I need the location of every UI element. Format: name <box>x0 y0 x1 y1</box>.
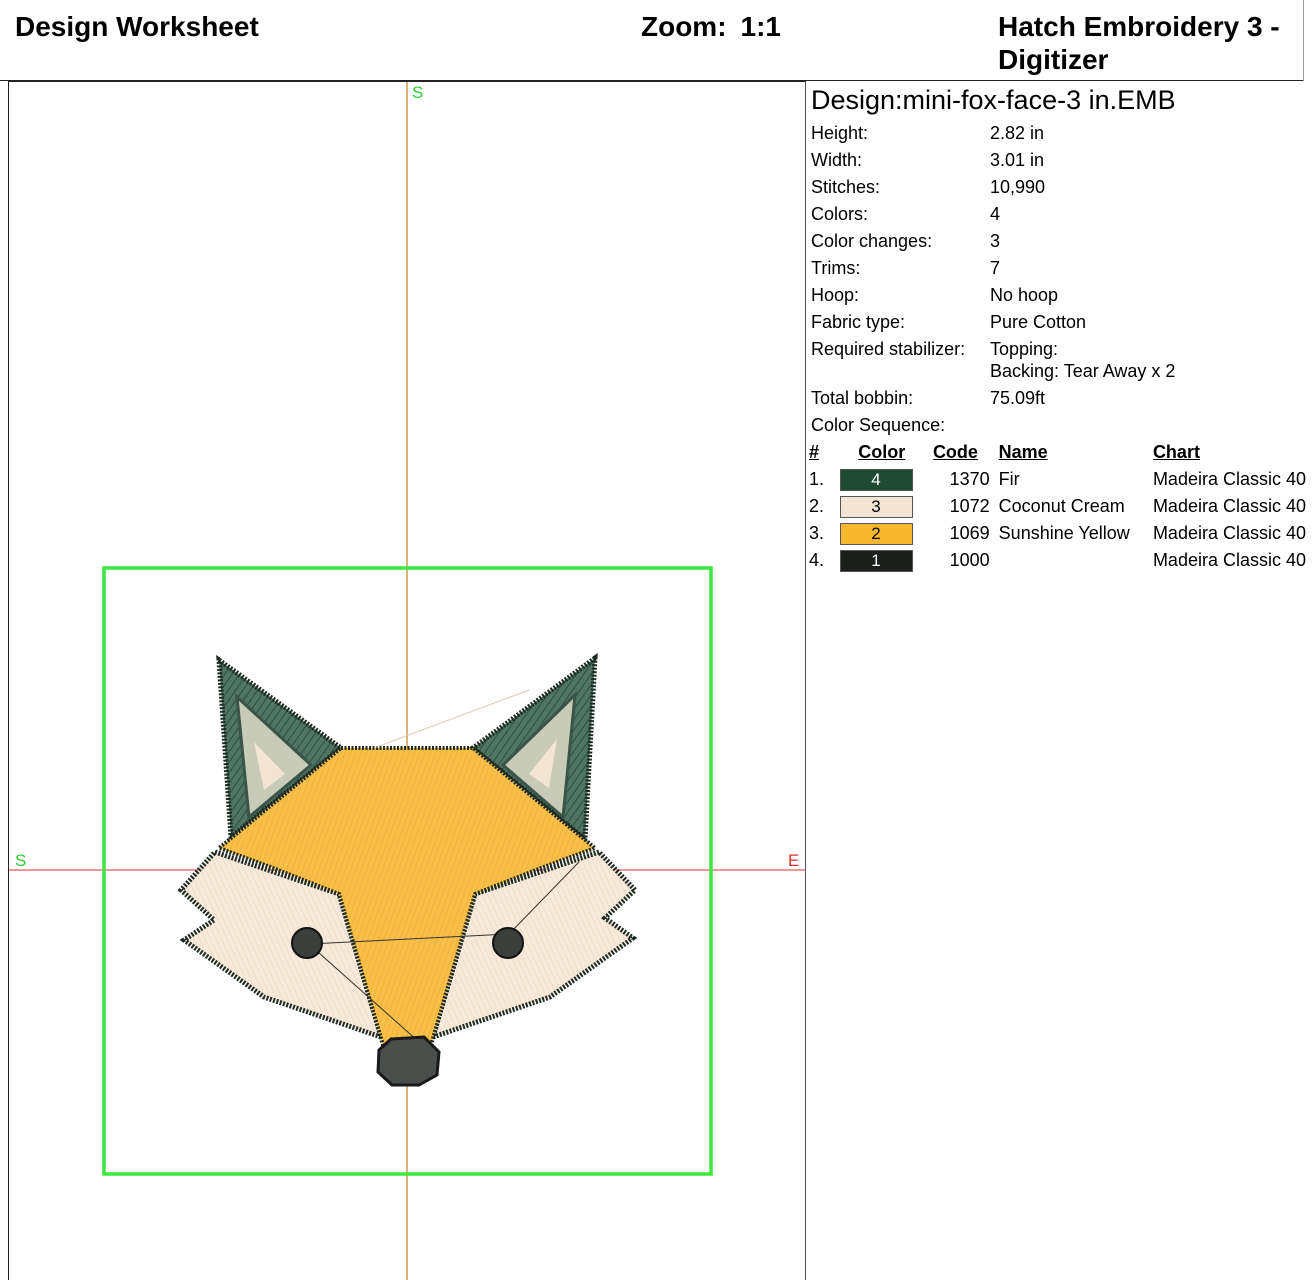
table-header-row: # Color Code Name Chart <box>809 439 1306 466</box>
zoom-value: 1:1 <box>740 11 781 42</box>
thread-color-cell: 1 <box>831 547 933 574</box>
thread-color-cell: 2 <box>831 520 933 547</box>
prop-label: Colors: <box>811 204 869 224</box>
thread-name <box>999 547 1153 574</box>
color-sequence-label: Color Sequence: <box>811 415 946 435</box>
prop-value: 3.01 in <box>990 150 1045 170</box>
right-eye <box>492 927 524 959</box>
col-header-chart: Chart <box>1152 442 1200 462</box>
thread-code: 1072 <box>949 496 990 516</box>
thread-chart: Madeira Classic 40 <box>1152 496 1306 516</box>
nose <box>376 1035 441 1087</box>
product-name: Hatch Embroidery 3 - Digitizer <box>998 11 1280 75</box>
prop-height: Height: 2.82 in <box>811 120 1306 147</box>
zoom-indicator: Zoom: 1:1 <box>641 10 781 43</box>
prop-value: 10,990 <box>990 177 1046 197</box>
embroidery-preview: S S E <box>9 82 805 1280</box>
design-info-panel: Design:mini-fox-face-3 in.EMB Height: 2.8… <box>809 84 1306 574</box>
prop-value: Pure Cotton <box>990 312 1087 332</box>
color-sequence-table: # Color Code Name Chart 1. 4 1370 Fir Madeir… <box>809 439 1306 574</box>
prop-bobbin: Total bobbin: 75.09ft <box>811 385 1306 412</box>
prop-label: Total bobbin: <box>811 388 914 408</box>
design-filename: Design:mini-fox-face-3 in.EMB <box>811 85 1176 115</box>
prop-value: 4 <box>990 204 1001 224</box>
prop-label: Fabric type: <box>811 312 906 332</box>
table-row: 3. 2 1069 Sunshine Yellow Madeira Classic 40 <box>809 520 1306 547</box>
prop-color-changes: Color changes: 3 <box>811 228 1306 255</box>
axis-label-north: S <box>412 83 423 102</box>
prop-stitches: Stitches: 10,990 <box>811 174 1306 201</box>
thread-chart: Madeira Classic 40 <box>1152 469 1306 489</box>
thread-name: Fir <box>998 469 1020 489</box>
col-header-num: # <box>809 442 820 462</box>
col-header-code: Code <box>932 442 978 462</box>
thread-num: 4. <box>809 550 825 570</box>
thread-num: 1. <box>809 469 825 489</box>
prop-label: Width: <box>811 150 863 170</box>
prop-value: 75.09ft <box>990 388 1046 408</box>
prop-label: Height: <box>811 123 869 143</box>
header-right-border <box>1303 0 1304 81</box>
thread-name: Coconut Cream <box>998 496 1125 516</box>
prop-value: 2.82 in <box>990 123 1045 143</box>
thread-chart: Madeira Classic 40 <box>1152 550 1306 570</box>
prop-width: Width: 3.01 in <box>811 147 1306 174</box>
prop-value: 7 <box>990 258 1001 278</box>
thread-code: 1000 <box>949 550 990 570</box>
color-swatch: 3 <box>839 495 913 518</box>
thread-num: 3. <box>809 523 825 543</box>
prop-fabric: Fabric type: Pure Cotton <box>811 309 1306 336</box>
stabilizer-backing: Backing: Tear Away x 2 <box>990 361 1176 381</box>
prop-value: No hoop <box>990 285 1059 305</box>
prop-label: Color changes: <box>811 231 933 251</box>
color-swatch: 2 <box>839 522 913 545</box>
table-row: 1. 4 1370 Fir Madeira Classic 40 <box>809 466 1306 493</box>
prop-value: 3 <box>990 231 1001 251</box>
prop-stabilizer: Required stabilizer: Topping: Backing: T… <box>811 336 1306 385</box>
thread-num: 2. <box>809 496 825 516</box>
prop-label: Hoop: <box>811 285 860 305</box>
fox-design <box>177 652 639 1087</box>
design-canvas[interactable]: S S E <box>8 81 806 1280</box>
thread-code: 1069 <box>949 523 990 543</box>
left-eye <box>291 927 323 959</box>
color-swatch: 4 <box>839 468 913 491</box>
worksheet-title: Design Worksheet <box>15 11 259 42</box>
prop-trims: Trims: 7 <box>811 255 1306 282</box>
prop-label: Required stabilizer: <box>811 339 966 359</box>
thread-color-cell: 3 <box>831 493 933 520</box>
prop-hoop: Hoop: No hoop <box>811 282 1306 309</box>
table-row: 2. 3 1072 Coconut Cream Madeira Classic 40 <box>809 493 1306 520</box>
thread-code: 1370 <box>949 469 990 489</box>
col-header-name: Name <box>998 442 1048 462</box>
table-row: 4. 1 1000 Madeira Classic 40 <box>809 547 1306 574</box>
thread-name: Sunshine Yellow <box>998 523 1130 543</box>
axis-label-east: E <box>788 851 799 870</box>
thread-chart: Madeira Classic 40 <box>1152 523 1306 543</box>
zoom-label: Zoom: <box>641 11 727 42</box>
col-header-color: Color <box>858 442 906 462</box>
prop-label: Stitches: <box>811 177 881 197</box>
thread-color-cell: 4 <box>831 466 933 493</box>
axis-label-west: S <box>15 851 26 870</box>
prop-colors: Colors: 4 <box>811 201 1306 228</box>
color-swatch: 1 <box>839 549 913 572</box>
prop-label: Trims: <box>811 258 861 278</box>
